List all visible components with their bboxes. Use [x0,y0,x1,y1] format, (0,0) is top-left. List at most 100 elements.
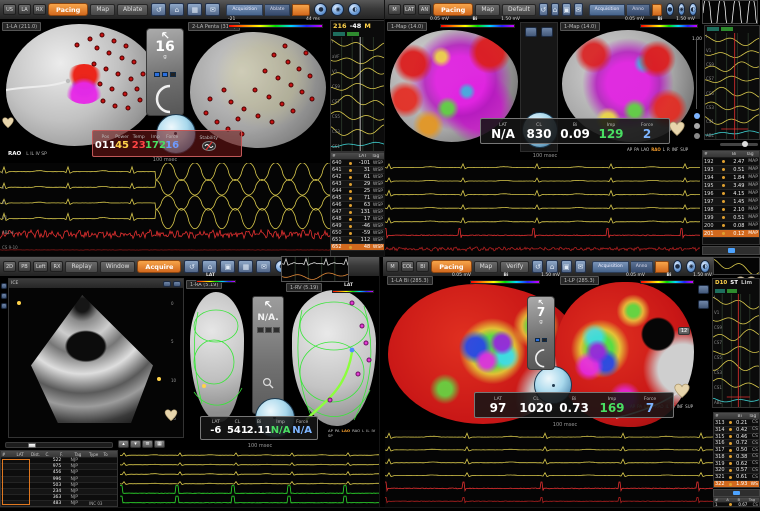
view-title[interactable]: 1-LP (285.3) [560,276,599,285]
map-point[interactable] [266,94,271,99]
display-icon[interactable]: ◐ [348,3,361,16]
zoom-icon[interactable] [541,27,553,37]
home-icon[interactable]: ⌂ [202,260,217,273]
map-point[interactable] [104,67,109,72]
rx-button[interactable]: RX [33,4,46,15]
map-point[interactable] [228,99,233,104]
table-row[interactable]: 640-101WSP [331,160,384,167]
table-header[interactable]: Tag [748,414,759,419]
ablate-tab[interactable]: Ablate [117,4,148,16]
record-icon[interactable]: ● [673,260,683,273]
table-header[interactable]: C. [45,452,60,457]
orientation-button[interactable]: L [362,428,364,433]
message-icon[interactable]: ✉ [205,3,220,16]
undo-icon[interactable]: ↺ [151,3,166,16]
table-row[interactable]: 1990.51MAP [703,214,759,222]
display-icon[interactable]: ◐ [689,3,697,16]
map-point[interactable] [285,60,290,65]
table-row[interactable]: 1922.47MAP [703,158,759,166]
table-row[interactable]: 65248WSP [331,244,384,251]
table-header[interactable]: Tag [371,154,384,159]
la-button[interactable]: LA [18,4,31,15]
target-icon[interactable]: ◉ [678,3,686,16]
pacing-button[interactable]: Pacing [48,3,88,16]
snapshot-icon[interactable]: ▣ [220,260,235,273]
map-point[interactable] [122,91,127,96]
table-header[interactable]: To [103,452,118,457]
tool-icon[interactable] [1,303,7,309]
ecg-inset-window[interactable] [281,256,349,282]
map-point[interactable] [256,113,261,118]
pan-icon[interactable] [525,27,537,37]
record-icon[interactable]: ● [666,3,674,16]
map-point[interactable] [128,76,133,81]
scroll-up-icon[interactable]: ▴ [118,440,129,448]
map-point[interactable] [253,88,258,93]
rx-button[interactable]: RX [50,261,63,272]
map-point[interactable] [87,36,92,41]
map-point[interactable] [307,74,312,79]
beat-window[interactable] [702,0,758,24]
table-row[interactable]: 651112WSP [331,237,384,244]
tool-icon[interactable] [1,283,7,289]
orientation-button[interactable]: SUP [680,147,688,152]
pacing-button[interactable]: Pacing [431,260,471,273]
table-row[interactable]: 1982.10MAP [703,206,759,214]
scroll-down-icon[interactable]: ▾ [130,440,141,448]
orientation-button[interactable]: SUP [685,404,693,409]
home-icon[interactable]: ⌂ [169,3,184,16]
home-icon[interactable]: ⌂ [551,3,560,16]
table-header[interactable]: Tag [74,452,89,457]
tool-icon[interactable] [1,293,7,299]
acquisition-value[interactable]: Ablate [265,4,290,16]
table-row[interactable]: 650-59WSP [331,230,384,237]
sweep-speed-label[interactable]: 100 msec [520,422,610,428]
map-point[interactable] [366,357,371,362]
annotation-slider-rail[interactable]: 1.00 [692,25,704,140]
orientation-button[interactable]: PA [335,428,340,433]
map-point[interactable] [355,372,360,377]
orientation-button[interactable]: LAO [641,147,649,152]
undo-icon[interactable]: ↺ [532,260,543,273]
map-point[interactable] [280,101,285,106]
table-row[interactable]: 64571WSP [331,195,384,202]
window-tab[interactable]: Window [100,261,136,273]
us-freeze-icon[interactable] [173,281,181,287]
bipolar-mode-button[interactable]: BI [416,261,429,272]
zoom-slider[interactable] [720,143,758,146]
table-header[interactable]: # [703,152,717,157]
acquisition-go-button[interactable] [655,261,668,273]
view-title[interactable]: 1-Map (14.0) [387,22,427,31]
ultrasound-button[interactable]: US [3,4,16,15]
orientation-button[interactable]: IL [366,428,369,433]
table-row[interactable]: 1941.84MAP [703,174,759,182]
map-point[interactable] [291,108,296,113]
map-point[interactable] [215,120,220,125]
map-point[interactable] [262,69,267,74]
table-row[interactable]: 2010.12MAP [703,230,759,238]
table-row[interactable]: 64663WSP [331,202,384,209]
lat-mode-button[interactable]: LAT [403,4,416,15]
snapshot-icon[interactable]: ▣ [561,260,572,273]
map-tab[interactable]: Map [474,261,499,273]
acquire-button[interactable]: Acquire [137,260,181,273]
map-point[interactable] [359,323,364,328]
map-point[interactable] [134,86,139,91]
table-header[interactable]: LAT [358,154,371,159]
ecg-panel[interactable] [385,160,700,255]
map-point[interactable] [124,43,129,48]
anno-mode-button[interactable]: AN [418,4,431,15]
map-view-1[interactable] [6,24,158,146]
table-row[interactable]: 64131WSP [331,167,384,174]
map-point[interactable] [269,120,274,125]
acquisition-select[interactable]: Acquisition [592,261,629,273]
map-point[interactable] [137,97,142,102]
table-row[interactable]: 64425WSP [331,188,384,195]
map-point[interactable] [125,106,130,111]
map-point[interactable] [283,43,288,48]
orientation-button[interactable]: INF [672,147,678,152]
map-point[interactable] [288,83,293,88]
clip-icon[interactable] [698,300,709,309]
map-point[interactable] [204,111,209,116]
acquisition-go-button[interactable] [652,4,662,16]
